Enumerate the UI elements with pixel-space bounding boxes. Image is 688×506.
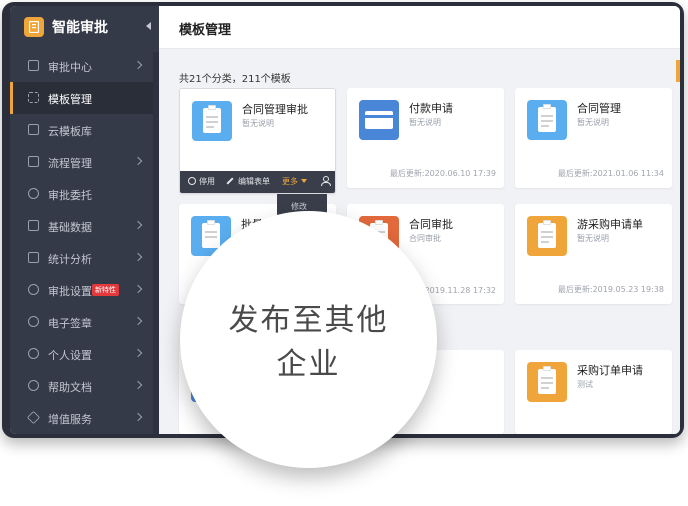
template-desc: 测试 xyxy=(577,380,593,389)
sidebar-item-statistics[interactable]: 统计分析 xyxy=(10,242,153,274)
chevron-right-icon xyxy=(133,284,143,294)
template-name: 合同审批 xyxy=(409,218,453,231)
template-name: 合同管理审批 xyxy=(242,103,308,116)
template-desc: 暂无说明 xyxy=(242,119,274,128)
clipboard-icon xyxy=(527,100,567,140)
sidebar-item-cloud-templates[interactable]: 云模板库 xyxy=(10,114,153,146)
sidebar-item-flow-management[interactable]: 流程管理 xyxy=(10,146,153,178)
copy-icon xyxy=(28,124,39,135)
last-updated: 最后更新:2020.06.10 17:39 xyxy=(389,169,496,178)
sidebar-item-delegation[interactable]: 审批委托 xyxy=(10,178,153,210)
sidebar-item-label: 基础数据 xyxy=(48,221,92,234)
chevron-right-icon xyxy=(133,60,143,70)
sidebar-item-label: 模板管理 xyxy=(48,93,92,106)
side-tab-marker[interactable] xyxy=(676,60,680,82)
disable-icon xyxy=(188,177,196,185)
sidebar-item-label: 审批中心 xyxy=(48,61,92,74)
template-desc: 暂无说明 xyxy=(409,118,441,127)
sidebar-item-label: 增值服务 xyxy=(48,413,92,426)
brand: 智能审批 xyxy=(24,16,108,38)
chevron-right-icon xyxy=(133,156,143,166)
user-icon[interactable] xyxy=(321,176,331,186)
caret-down-icon xyxy=(301,179,307,183)
seal-icon xyxy=(28,316,39,327)
more-button[interactable]: 更多 xyxy=(282,176,307,187)
database-icon xyxy=(28,220,39,231)
chevron-right-icon xyxy=(133,348,143,358)
template-card[interactable]: 合同管理 暂无说明 最后更新:2021.01.06 11:34 xyxy=(515,88,672,188)
chart-icon xyxy=(28,252,39,263)
magnifier-callout: 发布至其他 企业 xyxy=(180,211,437,468)
grid-list-icon xyxy=(28,92,39,103)
last-updated: 2019.11.28 17:32 xyxy=(424,286,496,295)
template-summary: 共21个分类，211个模板 xyxy=(179,74,291,85)
template-name: 付款申请 xyxy=(409,102,453,115)
template-desc: 合同审批 xyxy=(409,234,441,243)
card-action-bar: 停用 编辑表单 更多 xyxy=(180,171,335,193)
sidebar-item-label: 统计分析 xyxy=(48,253,92,266)
template-desc: 暂无说明 xyxy=(577,234,609,243)
new-feature-badge: 新特性 xyxy=(92,284,119,296)
template-card[interactable]: 游采购申请单 暂无说明 最后更新:2019.05.23 19:38 xyxy=(515,204,672,304)
certificate-icon xyxy=(527,362,567,402)
magnifier-line-1: 发布至其他 xyxy=(228,303,389,338)
sidebar-item-label: 流程管理 xyxy=(48,157,92,170)
certificate-icon xyxy=(527,216,567,256)
last-updated: 最后更新:2019.05.23 19:38 xyxy=(557,285,664,294)
header: 模板管理 xyxy=(159,6,680,49)
delegate-icon xyxy=(28,188,39,199)
chevron-right-icon xyxy=(133,252,143,262)
chevron-right-icon xyxy=(133,220,143,230)
last-updated: 最后更新:2021.01.06 11:34 xyxy=(557,169,664,178)
sidebar-item-approval-settings[interactable]: 审批设置 新特性 xyxy=(10,274,153,306)
document-icon xyxy=(28,60,39,71)
sidebar-item-label: 电子签章 xyxy=(48,317,92,330)
sidebar-item-label: 帮助文档 xyxy=(48,381,92,394)
magnifier-line-2: 企业 xyxy=(276,347,341,382)
sidebar-item-template-management[interactable]: 模板管理 xyxy=(10,82,153,114)
pencil-icon xyxy=(226,177,234,185)
template-name: 采购订单申请 xyxy=(577,364,643,377)
template-name: 合同管理 xyxy=(577,102,621,115)
template-card[interactable]: 付款申请 暂无说明 最后更新:2020.06.10 17:39 xyxy=(347,88,504,188)
person-icon xyxy=(28,348,39,359)
settings-icon xyxy=(28,284,39,295)
sidebar-item-value-added[interactable]: 增值服务 xyxy=(10,402,153,434)
sidebar-item-approval-center[interactable]: 审批中心 xyxy=(10,50,153,82)
sidebar: 智能审批 审批中心 模板管理 云模板库 流程管理 审批委托 基础数据 统计分析 … xyxy=(10,6,159,434)
template-desc: 暂无说明 xyxy=(577,118,609,127)
clipboard-icon xyxy=(192,101,232,141)
sidebar-item-e-signature[interactable]: 电子签章 xyxy=(10,306,153,338)
sidebar-item-base-data[interactable]: 基础数据 xyxy=(10,210,153,242)
sidebar-item-label: 云模板库 xyxy=(48,125,92,138)
edit-form-button[interactable]: 编辑表单 xyxy=(226,176,270,187)
chevron-right-icon xyxy=(133,316,143,326)
collapse-sidebar-icon[interactable] xyxy=(146,22,151,30)
diamond-icon xyxy=(26,410,41,425)
sidebar-item-label: 个人设置 xyxy=(48,349,92,362)
sidebar-item-help-docs[interactable]: 帮助文档 xyxy=(10,370,153,402)
sidebar-item-label: 审批委托 xyxy=(48,189,92,202)
page-title: 模板管理 xyxy=(179,23,232,38)
chevron-right-icon xyxy=(133,412,143,422)
template-card[interactable]: 合同管理审批 暂无说明 停用 编辑表单 更多 xyxy=(179,88,336,194)
magnifier-text: 发布至其他 企业 xyxy=(180,299,437,387)
chevron-right-icon xyxy=(133,380,143,390)
help-icon xyxy=(28,380,39,391)
disable-button[interactable]: 停用 xyxy=(188,176,215,187)
flow-icon xyxy=(28,156,39,167)
app-logo-icon xyxy=(24,17,44,37)
sidebar-item-label: 审批设置 xyxy=(48,285,92,298)
payment-card-icon xyxy=(359,100,399,140)
app-title: 智能审批 xyxy=(52,20,108,36)
template-name: 游采购申请单 xyxy=(577,218,643,231)
template-card[interactable]: 采购订单申请 测试 xyxy=(515,350,672,434)
sidebar-item-personal-settings[interactable]: 个人设置 xyxy=(10,338,153,370)
